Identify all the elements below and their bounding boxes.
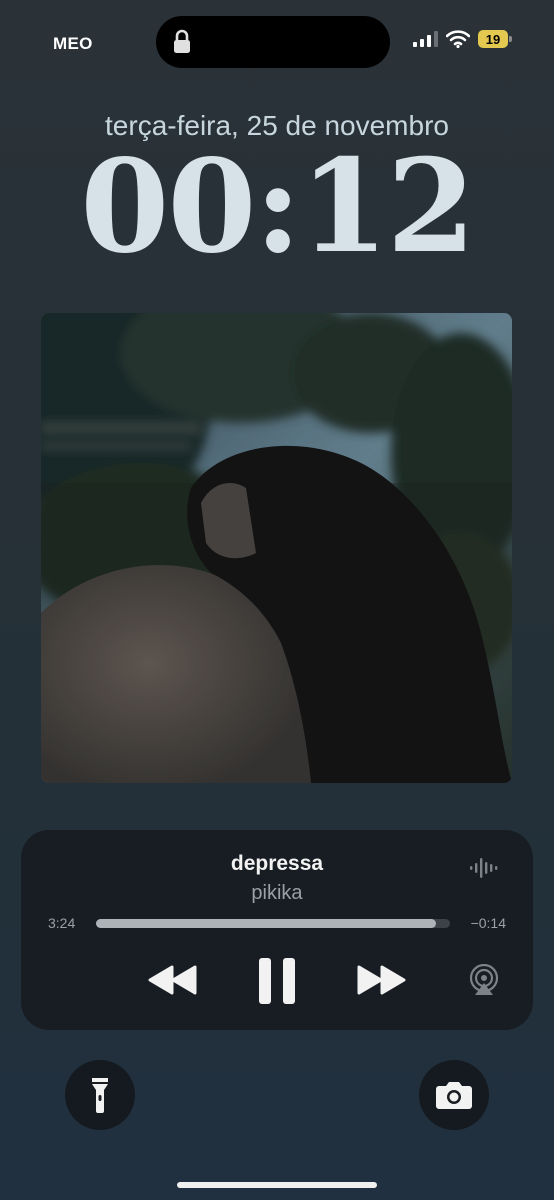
flashlight-button[interactable] — [65, 1060, 135, 1130]
audio-waveform-icon[interactable] — [469, 856, 499, 880]
fast-forward-icon[interactable] — [356, 964, 406, 996]
status-bar: MEO 19 — [0, 0, 554, 80]
dynamic-island — [156, 16, 390, 68]
status-icons: 19 — [412, 30, 512, 48]
album-artwork[interactable] — [41, 313, 512, 783]
playback-progress — [96, 919, 436, 928]
elapsed-time: 3:24 — [48, 915, 76, 931]
battery-level: 19 — [478, 30, 508, 48]
playback-scrubber[interactable] — [96, 919, 450, 928]
signal-icon — [413, 31, 438, 47]
track-title: depressa — [230, 852, 324, 875]
lock-icon — [174, 29, 190, 53]
lock-screen-clock: 00:12 — [80, 132, 476, 282]
camera-icon — [436, 1082, 472, 1109]
camera-button[interactable] — [419, 1060, 489, 1130]
now-playing-widget: depressa pikika 3:24 −0:14 — [21, 830, 533, 1030]
airplay-icon[interactable] — [468, 964, 500, 996]
battery-icon: 19 — [478, 30, 512, 48]
wifi-icon — [446, 30, 470, 48]
home-indicator[interactable] — [177, 1182, 377, 1188]
flashlight-icon — [92, 1078, 108, 1113]
track-artist: pikika — [251, 882, 303, 904]
remaining-time: −0:14 — [470, 915, 506, 931]
carrier-name: MEO — [53, 34, 93, 53]
pause-icon[interactable] — [257, 957, 297, 1005]
album-artwork-image — [41, 313, 512, 783]
rewind-icon[interactable] — [148, 964, 198, 996]
